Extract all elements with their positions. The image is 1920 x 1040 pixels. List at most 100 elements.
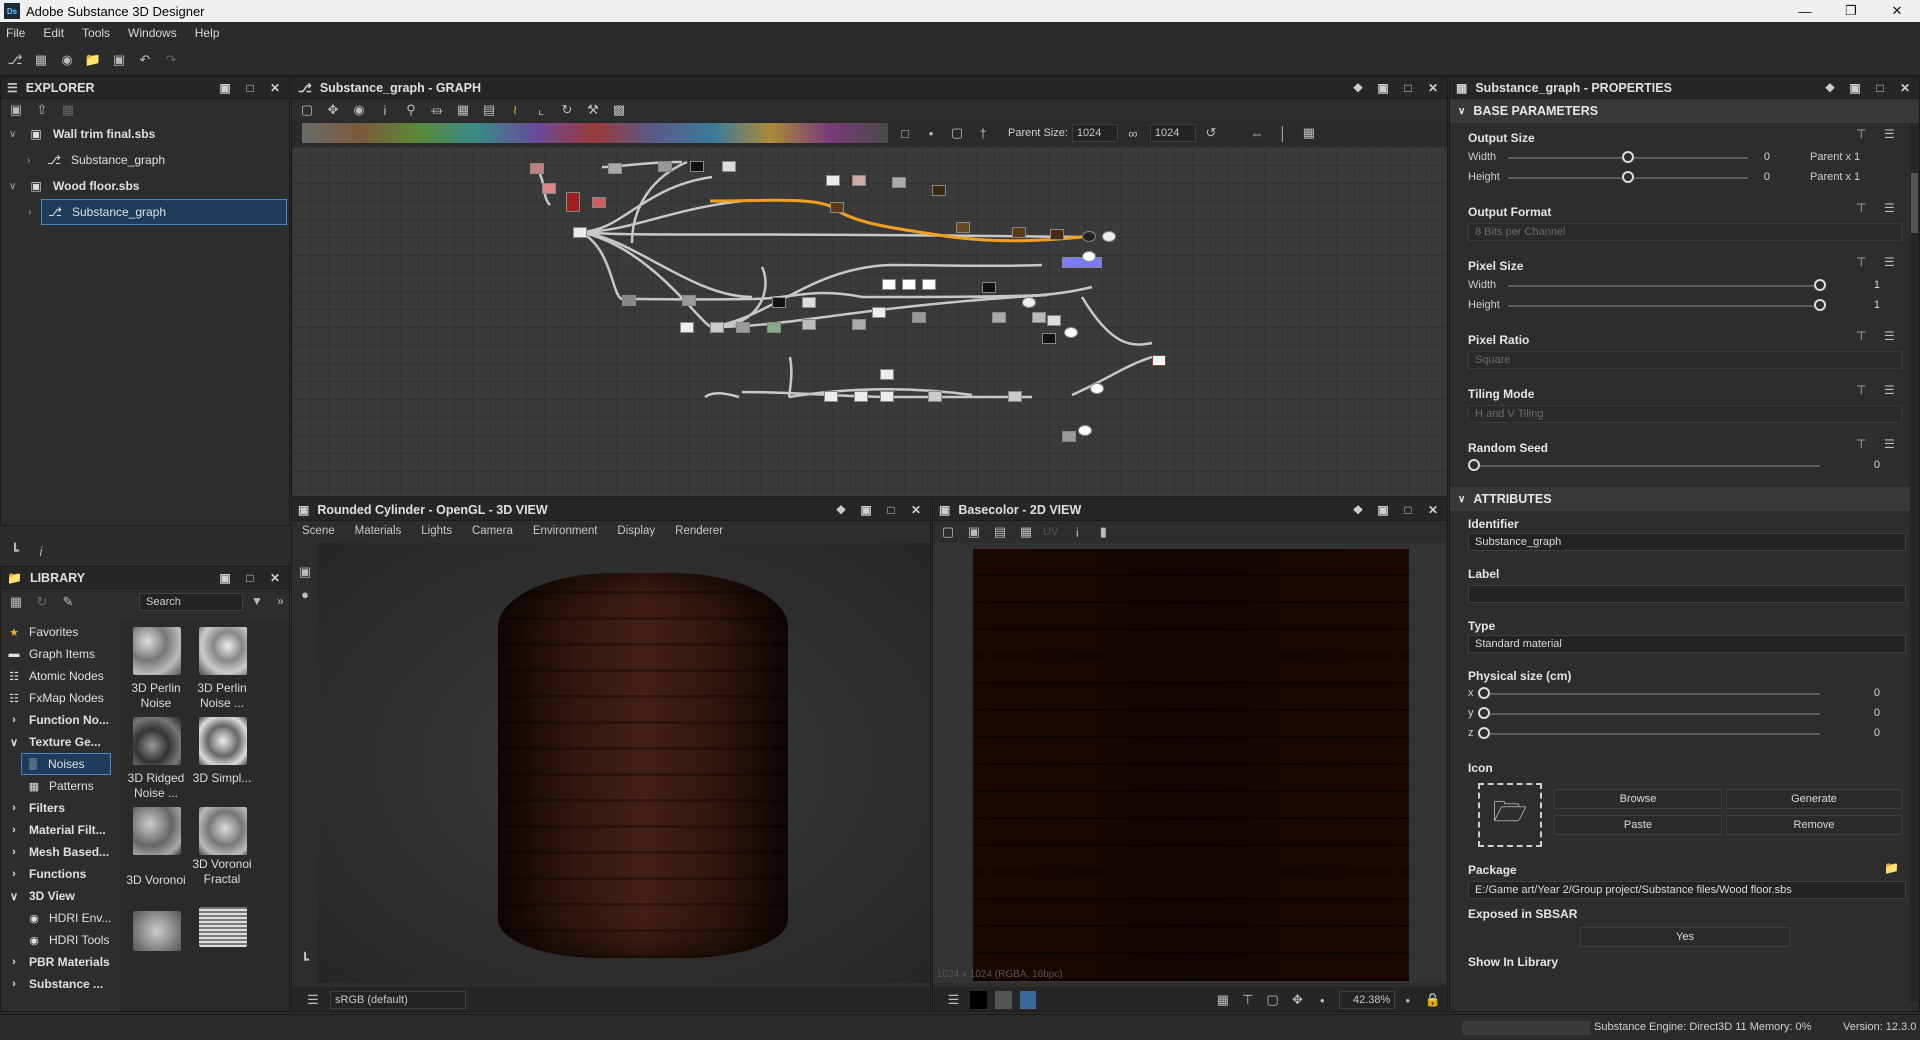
graph-node[interactable] [1152, 355, 1166, 366]
save-package-icon[interactable]: ▣ [7, 101, 25, 119]
graph-node[interactable] [1008, 391, 1022, 402]
chevron-right-icon[interactable]: › [27, 155, 39, 166]
layers-icon[interactable]: ☰ [945, 991, 962, 1009]
close-panel-icon[interactable]: ✕ [908, 502, 924, 518]
graph-node[interactable] [1042, 333, 1056, 344]
graph-node[interactable] [826, 175, 840, 186]
label-input[interactable] [1468, 585, 1906, 603]
fit-icon[interactable]: ▢ [939, 523, 957, 541]
physical-z-slider-knob[interactable] [1478, 727, 1490, 739]
tiling-mode-select[interactable]: H and V Tiling [1468, 405, 1902, 423]
graph-node[interactable] [852, 175, 866, 186]
graph-node[interactable] [882, 279, 896, 290]
menu-icon[interactable]: ☰ [1884, 383, 1895, 397]
chevron-right-icon[interactable]: › [7, 824, 21, 836]
chevron-right-icon[interactable]: › [7, 714, 21, 726]
random-seed-slider-knob[interactable] [1468, 459, 1480, 471]
snap-icon[interactable]: ▩ [610, 101, 628, 119]
graph-node[interactable] [852, 319, 866, 330]
menu-file[interactable]: File [6, 26, 25, 40]
explorer-item-package[interactable]: ∨ ▣ Wood floor.sbs [1, 173, 289, 199]
graph-node[interactable] [880, 391, 894, 402]
info-icon[interactable]: i [32, 542, 50, 560]
generate-button[interactable]: Generate [1726, 789, 1902, 809]
thumb-more-2[interactable] [199, 907, 247, 947]
info-icon[interactable]: i [1068, 523, 1086, 541]
reset-icon[interactable]: ↺ [1202, 124, 1220, 142]
parent-size-select[interactable]: 1024 [1071, 124, 1118, 142]
save-icon[interactable]: ▣ [965, 523, 983, 541]
filter-icon[interactable]: ▼ [251, 594, 263, 608]
exposed-sbsar-select[interactable]: Yes [1580, 927, 1790, 947]
graph-node[interactable] [956, 222, 970, 233]
lib-cat-fxmap[interactable]: ☷ FxMap Nodes [1, 687, 119, 709]
view3d-menu-scene[interactable]: Scene [302, 525, 335, 537]
graph-node[interactable] [690, 161, 704, 172]
pixel-height-slider-track[interactable] [1508, 305, 1820, 307]
chevron-down-icon[interactable]: ∨ [7, 736, 21, 749]
display-icon[interactable]: ▦ [1017, 523, 1035, 541]
menu-icon[interactable]: ☰ [1884, 437, 1895, 451]
float-icon[interactable]: ▣ [217, 570, 233, 586]
lib-cat-function-nodes[interactable]: › Function No... [1, 709, 119, 731]
new-package-icon[interactable]: ▦ [32, 51, 50, 69]
physical-x-slider-track[interactable] [1484, 693, 1820, 695]
output-format-select[interactable]: 8 Bits per Channel [1468, 223, 1902, 241]
graph-node[interactable] [658, 161, 672, 172]
lib-cat-favorites[interactable]: ★ Favorites [1, 621, 119, 643]
close-panel-icon[interactable]: ✕ [1425, 80, 1441, 96]
lib-cat-noises[interactable]: ▒ Noises [21, 753, 111, 775]
graph-output-node[interactable] [1064, 327, 1078, 338]
thumb-3d-perlin-2[interactable] [199, 627, 247, 675]
close-window-icon[interactable]: ✕ [1874, 0, 1920, 22]
graph-node[interactable] [802, 297, 816, 308]
link-size-icon[interactable]: ∞ [1124, 124, 1142, 142]
maximize-panel-icon[interactable]: □ [1400, 502, 1416, 518]
camera-icon[interactable]: ▣ [296, 563, 314, 581]
lib-cat-atomic-nodes[interactable]: ☷ Atomic Nodes [1, 665, 119, 687]
branch-icon[interactable]: ⌞ [532, 101, 550, 119]
pan-icon[interactable]: ✥ [1289, 991, 1306, 1009]
menu-tools[interactable]: Tools [82, 26, 110, 40]
view3d-menu-renderer[interactable]: Renderer [675, 525, 723, 537]
histogram-icon[interactable]: ▮ [1094, 523, 1112, 541]
chevron-down-icon[interactable]: ∨ [1458, 494, 1465, 505]
viewport-2d[interactable]: 1024 x 1024 (RGBA, 16bpc) [933, 543, 1447, 983]
view3d-menu-lights[interactable]: Lights [421, 525, 452, 537]
inherit-icon[interactable]: ⊤ [1856, 383, 1866, 397]
graph-canvas[interactable] [292, 147, 1447, 496]
undo-icon[interactable]: ↶ [136, 51, 154, 69]
chevron-right-icon[interactable]: › [7, 846, 21, 858]
pixel-width-slider-track[interactable] [1508, 285, 1820, 287]
atomic-node-palette[interactable] [302, 123, 888, 143]
close-panel-icon[interactable]: ✕ [1425, 502, 1441, 518]
colorspace-select[interactable]: sRGB (default) [330, 991, 466, 1009]
lib-cat-substance[interactable]: › Substance ... [1, 973, 119, 995]
view3d-menu-materials[interactable]: Materials [355, 525, 402, 537]
grid-snap-icon[interactable]: ▦ [1300, 124, 1318, 142]
float-icon[interactable]: ▣ [1847, 80, 1863, 96]
inherit-icon[interactable]: ⊤ [1856, 255, 1866, 269]
package-path-field[interactable]: E:/Game art/Year 2/Group project/Substan… [1468, 881, 1906, 899]
chevron-right-icon[interactable]: › [7, 868, 21, 880]
refresh-icon[interactable]: ↻ [33, 593, 51, 611]
graph-node[interactable] [912, 312, 926, 323]
graph-node[interactable] [772, 297, 786, 308]
view3d-menu-display[interactable]: Display [617, 525, 655, 537]
connect-icon[interactable]: ≀ [506, 101, 524, 119]
browse-button[interactable]: Browse [1554, 789, 1722, 809]
export-icon[interactable]: ⇧ [33, 101, 51, 119]
lib-cat-graph-items[interactable]: ▬ Graph Items [1, 643, 119, 665]
viewport-3d[interactable] [318, 543, 930, 983]
maximize-panel-icon[interactable]: □ [1400, 80, 1416, 96]
lib-cat-material-filters[interactable]: › Material Filt... [1, 819, 119, 841]
library-search-input[interactable]: Search [139, 593, 243, 611]
graph-node[interactable] [854, 391, 868, 402]
pixel-icon[interactable]: ⊤ [1239, 991, 1256, 1009]
lib-cat-pbr[interactable]: › PBR Materials [1, 951, 119, 973]
graph-output-node[interactable] [1082, 251, 1096, 262]
paste-button[interactable]: Paste [1554, 815, 1722, 835]
graph-node[interactable] [566, 192, 580, 212]
view3d-menu-environment[interactable]: Environment [533, 525, 598, 537]
graph-node[interactable] [872, 307, 886, 318]
